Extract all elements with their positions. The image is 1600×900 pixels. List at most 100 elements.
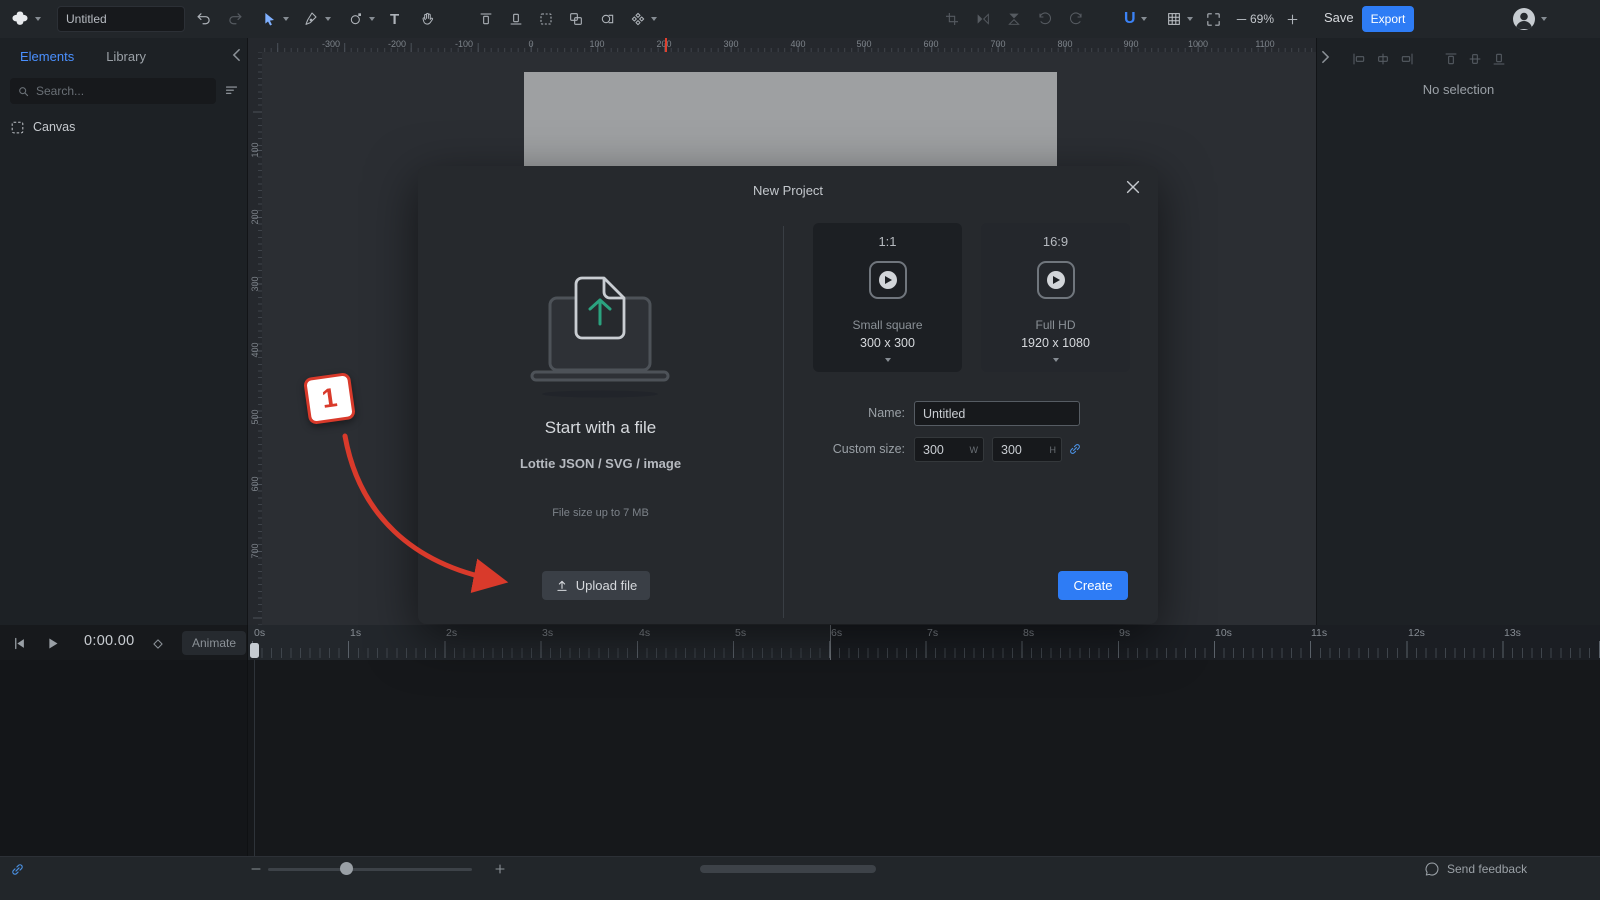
height-field-wrap: H xyxy=(992,437,1062,462)
send-feedback-button[interactable]: Send feedback xyxy=(1424,861,1527,877)
project-name-field[interactable] xyxy=(914,401,1080,426)
timeline-layers-panel[interactable] xyxy=(0,660,248,856)
height-suffix: H xyxy=(1050,445,1057,455)
save-button[interactable]: Save xyxy=(1324,10,1354,25)
sort-lines-icon xyxy=(224,83,239,98)
preset-full-hd[interactable]: 16:9 Full HD 1920 x 1080 xyxy=(981,223,1130,372)
preset-small-square[interactable]: 1:1 Small square 300 x 300 xyxy=(813,223,962,372)
align-top-button[interactable] xyxy=(478,0,494,38)
lock-aspect-ratio-button[interactable] xyxy=(1068,442,1082,456)
align-right-icon[interactable] xyxy=(1399,51,1415,67)
align-bottom-button[interactable] xyxy=(508,0,524,38)
account-menu[interactable] xyxy=(1512,0,1547,38)
project-name-input[interactable] xyxy=(57,6,185,32)
component-button[interactable] xyxy=(630,0,657,38)
custom-size-label: Custom size: xyxy=(785,442,905,456)
grid-menu[interactable] xyxy=(1166,0,1193,38)
ruler-label: 100 xyxy=(250,142,260,157)
mask-button[interactable] xyxy=(600,0,616,38)
vertical-ruler[interactable]: 100 200 300 400 500 600 700 xyxy=(248,52,262,625)
ruler-label: 1000 xyxy=(1188,39,1208,49)
close-icon xyxy=(1124,178,1142,196)
chevron-down-icon xyxy=(1141,17,1147,21)
search-input[interactable] xyxy=(36,84,209,98)
play-button[interactable] xyxy=(45,636,60,651)
align-top-icon[interactable] xyxy=(1443,51,1459,67)
chevron-down-icon xyxy=(325,17,331,21)
minus-icon xyxy=(1235,13,1248,26)
tab-elements[interactable]: Elements xyxy=(20,49,74,64)
lottie-play-icon xyxy=(1037,261,1075,299)
rotate-ccw-button[interactable] xyxy=(1037,0,1053,38)
create-button[interactable]: Create xyxy=(1058,571,1128,600)
align-bottom-icon[interactable] xyxy=(1491,51,1507,67)
skip-to-start-button[interactable] xyxy=(12,636,27,651)
plus-icon xyxy=(1286,13,1299,26)
upload-icon xyxy=(555,579,569,593)
export-button[interactable]: Export xyxy=(1362,6,1414,32)
time-tick-label: 5s xyxy=(735,627,746,639)
timeline-zoom-in-button[interactable] xyxy=(494,863,506,875)
timeline-zoom-handle[interactable] xyxy=(340,862,353,875)
hand-tool[interactable] xyxy=(420,0,436,38)
layer-item-canvas[interactable]: Canvas xyxy=(0,114,248,140)
timeline-zoom-out-button[interactable] xyxy=(250,863,262,875)
playhead-line xyxy=(254,660,255,856)
upload-heading: Start with a file xyxy=(418,418,783,438)
select-tool[interactable] xyxy=(262,0,289,38)
right-panel: No selection xyxy=(1316,38,1600,625)
shape-tool[interactable] xyxy=(348,0,375,38)
ruler-cursor-marker xyxy=(665,38,667,52)
tab-library[interactable]: Library xyxy=(106,49,146,64)
flip-vertical-button[interactable] xyxy=(1006,0,1022,38)
sort-button[interactable] xyxy=(224,83,239,98)
time-tick-label: 8s xyxy=(1023,627,1034,639)
pen-tool[interactable] xyxy=(304,0,331,38)
chevron-down-icon[interactable] xyxy=(1053,358,1059,362)
align-middle-v-icon[interactable] xyxy=(1467,51,1483,67)
zoom-level[interactable]: 69% xyxy=(1250,0,1284,38)
align-left-icon[interactable] xyxy=(1351,51,1367,67)
panel-expand-button[interactable] xyxy=(1321,50,1330,64)
preset-ratio: 16:9 xyxy=(981,234,1130,249)
chevron-down-icon[interactable] xyxy=(885,358,891,362)
flip-horizontal-button[interactable] xyxy=(975,0,991,38)
search-box[interactable] xyxy=(10,78,216,104)
time-tick-label: 7s xyxy=(927,627,938,639)
app-logo-icon xyxy=(10,9,30,29)
chevron-down-icon xyxy=(369,17,375,21)
zoom-out-button[interactable] xyxy=(1235,0,1248,38)
undo-icon xyxy=(196,11,213,28)
timeline-tracks-area[interactable] xyxy=(248,660,1600,856)
group-button[interactable] xyxy=(568,0,584,38)
chevron-down-icon xyxy=(1187,17,1193,21)
ruler-major-ticks xyxy=(253,52,262,625)
modal-close-button[interactable] xyxy=(1124,178,1144,198)
zoom-fit-button[interactable] xyxy=(1205,0,1222,38)
align-center-h-icon[interactable] xyxy=(1375,51,1391,67)
modal-title: New Project xyxy=(418,183,1158,198)
link-toggle-button[interactable] xyxy=(10,862,25,877)
horizontal-ruler[interactable]: -300 -200 -100 0 100 200 300 400 500 600… xyxy=(262,38,1316,52)
sidebar-collapse-button[interactable] xyxy=(232,48,241,62)
playhead-handle[interactable] xyxy=(250,643,259,658)
app-window: T xyxy=(0,0,1600,900)
text-tool[interactable]: T xyxy=(390,0,399,38)
ruler-label: 500 xyxy=(250,409,260,424)
undo-button[interactable] xyxy=(196,0,213,38)
frame-button[interactable] xyxy=(538,0,554,38)
ruler-label: 600 xyxy=(250,476,260,491)
redo-button[interactable] xyxy=(226,0,243,38)
zoom-in-button[interactable] xyxy=(1286,0,1299,38)
rotate-cw-button[interactable] xyxy=(1068,0,1084,38)
app-logo-menu[interactable] xyxy=(10,0,41,38)
brand-menu[interactable]: U xyxy=(1124,0,1147,38)
crop-button[interactable] xyxy=(944,0,960,38)
timeline-zoom-slider[interactable] xyxy=(268,868,472,871)
upload-file-button[interactable]: Upload file xyxy=(542,571,650,600)
animate-button[interactable]: Animate xyxy=(182,631,246,655)
timeline-horizontal-scrollbar[interactable] xyxy=(700,865,876,873)
ruler-label: 200 xyxy=(656,39,671,49)
timeline-ruler[interactable]: 0s 1s 2s 3s 4s 5s 6s 7s 8s 9s 10s 11s 12… xyxy=(248,625,1600,660)
keyframe-button[interactable] xyxy=(151,637,165,651)
